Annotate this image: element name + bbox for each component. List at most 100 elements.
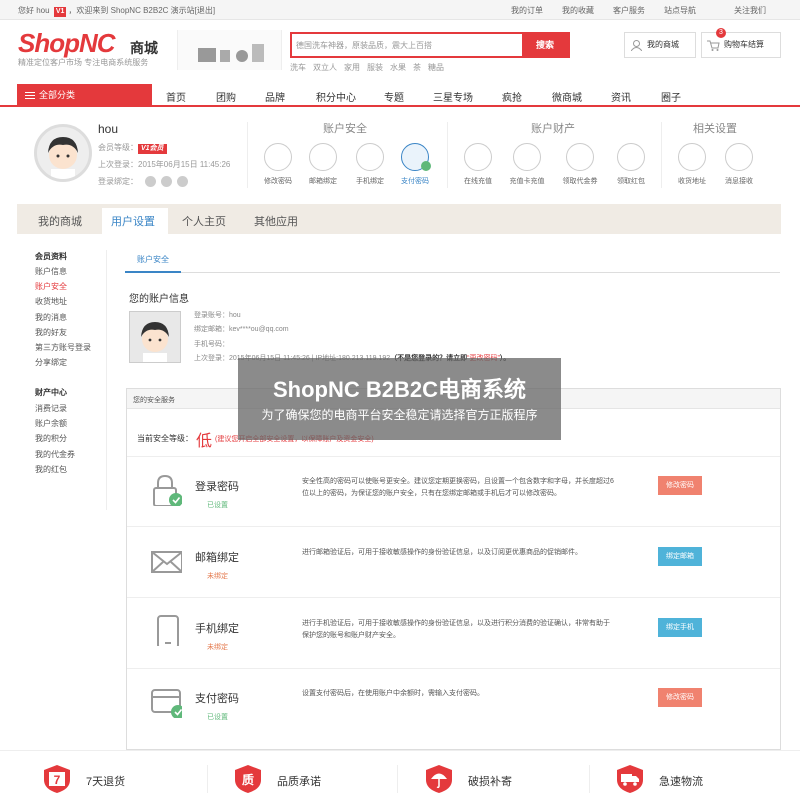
quick-bind-email[interactable]: 邮箱绑定 [298, 176, 348, 186]
tab-personal-home[interactable]: 个人主页 [182, 213, 226, 229]
footer-7day-return[interactable]: 7 7天退货 [42, 764, 142, 796]
quick-change-password[interactable]: 修改密码 [253, 176, 303, 186]
account-avatar [129, 311, 181, 363]
profile-username: hou [98, 122, 119, 136]
watermark-overlay: ShopNC B2B2C电商系统 为了确保您的电商平台安全稳定请选择官方正版程序 [238, 358, 561, 440]
my-store-label: 我的商城 [647, 40, 679, 49]
quick-get-voucher[interactable]: 领取代金券 [555, 176, 605, 186]
email-icon[interactable] [309, 143, 337, 171]
my-store-button[interactable]: 我的商城 [624, 32, 696, 58]
sidebar-item-messages[interactable]: 我的消息 [35, 312, 67, 323]
quick-messages[interactable]: 消息接收 [714, 176, 764, 186]
customer-service-link[interactable]: 客户服务 [613, 5, 645, 16]
nav-micro-mall[interactable]: 微商城 [552, 89, 582, 104]
footer-damage-resend[interactable]: 破损补寄 [424, 764, 524, 796]
nav-flash-sale[interactable]: 疯抢 [502, 89, 522, 104]
message-icon[interactable] [725, 143, 753, 171]
sidebar-item-spending[interactable]: 消费记录 [35, 403, 67, 414]
bind-email-button[interactable]: 绑定邮箱 [658, 547, 702, 566]
member-level-badge: V1会员 [138, 144, 167, 154]
change-login-password-button[interactable]: 修改密码 [658, 476, 702, 495]
envelope-icon [151, 551, 182, 573]
voucher-icon[interactable] [566, 143, 594, 171]
my-orders-link[interactable]: 我的订单 [511, 5, 543, 16]
user-avatar[interactable] [34, 124, 92, 182]
sidebar-item-vouchers[interactable]: 我的代金券 [35, 449, 75, 460]
nav-topics[interactable]: 专题 [384, 89, 404, 104]
money-bag-icon[interactable] [464, 143, 492, 171]
footer-quality-promise[interactable]: 质 品质承诺 [233, 764, 333, 796]
qq-icon[interactable] [145, 176, 157, 187]
wechat-icon[interactable] [161, 176, 173, 187]
nav-home[interactable]: 首页 [166, 89, 186, 104]
quick-online-recharge[interactable]: 在线充值 [453, 176, 503, 186]
search-input[interactable]: 德国洗车神器，原装品质，震大上百搭 [296, 40, 432, 51]
vip-badge: V1 [53, 7, 67, 17]
phone-icon[interactable] [356, 143, 384, 171]
lock-key-icon[interactable] [264, 143, 292, 171]
hotword[interactable]: 洗车 [290, 63, 306, 72]
weibo-icon[interactable] [177, 176, 189, 187]
logout-link[interactable]: [退出] [195, 6, 215, 15]
location-icon[interactable] [678, 143, 706, 171]
sidebar-item-friends[interactable]: 我的好友 [35, 327, 67, 338]
tab-other-apps[interactable]: 其他应用 [254, 213, 298, 229]
quick-card-recharge[interactable]: 充值卡充值 [502, 176, 552, 186]
sidebar-item-account-info[interactable]: 账户信息 [35, 266, 67, 277]
login-account: 登录账号：hou [194, 312, 241, 319]
login-password-name: 登录密码 [195, 481, 239, 493]
avatar-face-icon [48, 137, 78, 179]
cart-button[interactable]: 购物车结算 [701, 32, 781, 58]
gift-icon[interactable] [617, 143, 645, 171]
devices-icon [198, 44, 264, 62]
footer-fast-shipping[interactable]: 急速物流 [615, 764, 715, 796]
quick-get-redpacket[interactable]: 领取红包 [606, 176, 656, 186]
divider [447, 122, 448, 188]
watermark-title: ShopNC B2B2C电商系统 [272, 377, 526, 402]
sidebar-item-account-security[interactable]: 账户安全 [35, 281, 67, 292]
nav-circle[interactable]: 圈子 [661, 89, 681, 104]
quick-address[interactable]: 收货地址 [667, 176, 717, 186]
footer-divider [589, 765, 590, 793]
sidebar-item-share-bind[interactable]: 分享绑定 [35, 357, 67, 368]
hotword[interactable]: 家用 [344, 63, 360, 72]
hotword[interactable]: 糖品 [428, 63, 444, 72]
nav-group-buy[interactable]: 团购 [216, 89, 236, 104]
footer-divider [397, 765, 398, 793]
quick-bind-phone[interactable]: 手机绑定 [345, 176, 395, 186]
quick-pay-password[interactable]: 支付密码 [390, 176, 440, 186]
all-categories-button[interactable]: 全部分类 [17, 84, 152, 107]
sidebar-item-balance[interactable]: 账户余额 [35, 418, 67, 429]
username-link[interactable]: hou [36, 6, 49, 15]
tab-user-settings[interactable]: 用户设置 [111, 213, 155, 229]
sidebar-item-address[interactable]: 收货地址 [35, 296, 67, 307]
follow-us-link[interactable]: 关注我们 [734, 5, 766, 16]
site-nav-link[interactable]: 站点导航 [664, 5, 696, 16]
watermark-subtitle: 为了确保您的电商平台安全稳定请选择官方正版程序 [261, 408, 538, 422]
hotword[interactable]: 服装 [367, 63, 383, 72]
login-binding-label: 登录绑定： [98, 177, 138, 186]
sidebar-item-redpackets[interactable]: 我的红包 [35, 464, 67, 475]
sidebar-item-points[interactable]: 我的积分 [35, 433, 67, 444]
seven-day-badge-icon: 7 [44, 765, 70, 793]
nav-news[interactable]: 资讯 [611, 89, 631, 104]
my-favorites-link[interactable]: 我的收藏 [562, 5, 594, 16]
nav-points[interactable]: 积分中心 [316, 89, 356, 104]
change-pay-password-button[interactable]: 修改密码 [658, 688, 702, 707]
hotword[interactable]: 水果 [390, 63, 406, 72]
hotword[interactable]: 茶 [413, 63, 421, 72]
hotword[interactable]: 双立人 [313, 63, 337, 72]
subtab-account-security[interactable]: 账户安全 [125, 249, 181, 273]
tab-my-store[interactable]: 我的商城 [38, 213, 82, 229]
pay-password-status: 已设置 [207, 714, 228, 721]
sidebar-item-third-party[interactable]: 第三方账号登录 [35, 342, 91, 353]
nav-samsung[interactable]: 三星专场 [433, 89, 473, 104]
search-button[interactable]: 搜索 [522, 34, 568, 56]
card-icon[interactable] [513, 143, 541, 171]
footer-label: 品质承诺 [277, 776, 321, 788]
shopnc-logo[interactable]: ShopNC [18, 28, 116, 59]
nav-brand[interactable]: 品牌 [265, 89, 285, 104]
promo-banner[interactable] [177, 30, 282, 70]
umbrella-icon [426, 765, 452, 793]
bind-phone-button[interactable]: 绑定手机 [658, 618, 702, 637]
